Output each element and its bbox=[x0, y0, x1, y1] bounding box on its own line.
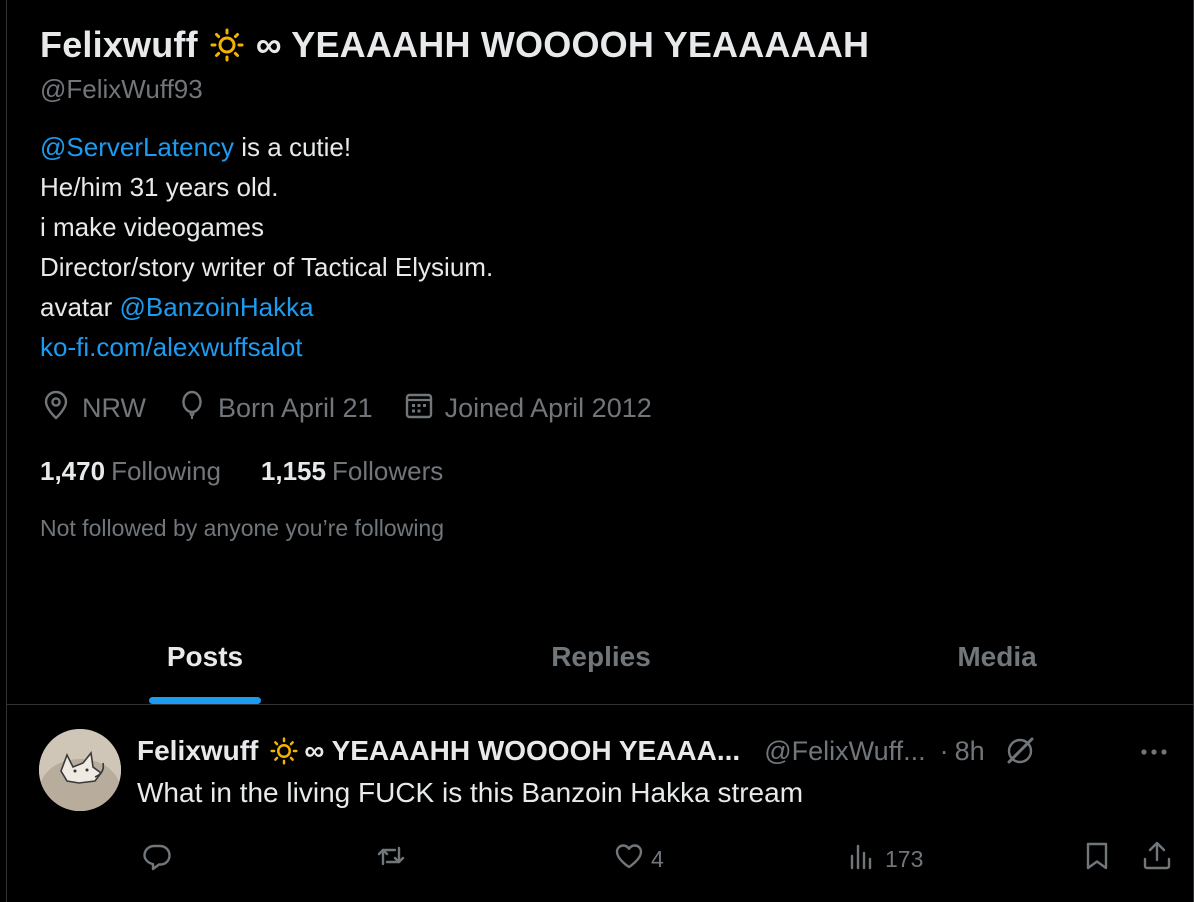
kofi-link[interactable]: ko-fi.com/alexwuffsalot bbox=[40, 332, 303, 362]
joined-text: Joined April 2012 bbox=[444, 393, 652, 423]
birthday-text: Born April 21 bbox=[218, 393, 373, 423]
sun-icon bbox=[210, 28, 244, 62]
profile-tabs: Posts Replies Media bbox=[7, 610, 1194, 705]
following-link[interactable]: 1,470 Following bbox=[40, 456, 221, 487]
followers-link[interactable]: 1,155 Followers bbox=[261, 456, 443, 487]
followers-count: 1,155 bbox=[260, 456, 326, 486]
post-author-title: ∞ YEAAAHH WOOOOH YEAAA... bbox=[304, 735, 741, 766]
follow-stats: 1,470 Following 1,155 Followers bbox=[40, 456, 1193, 487]
sun-icon bbox=[270, 737, 298, 765]
tab-media[interactable]: Media bbox=[799, 610, 1194, 704]
bio-line-5: avatar @BanzoinHakka bbox=[40, 287, 1193, 327]
name-title: ∞ YEAAAHH WOOOOH YEAAAAAH bbox=[256, 24, 869, 66]
views-count: 173 bbox=[885, 845, 924, 872]
tab-replies-label: Replies bbox=[551, 641, 651, 672]
share-icon bbox=[1141, 840, 1173, 878]
bio-line-2: He/him 31 years old. bbox=[40, 172, 279, 202]
balloon-icon bbox=[176, 389, 208, 428]
active-tab-indicator bbox=[149, 697, 261, 704]
joined-item: Joined April 2012 bbox=[403, 389, 652, 428]
bio: @ServerLatency is a cutie! He/him 31 yea… bbox=[40, 127, 1193, 367]
profile-meta: NRW Born April 21 Joined April 2012 bbox=[40, 389, 1193, 428]
profile-header: Felixwuff ∞ YEAAAHH WOOOOH YEAAAAAH @Fel… bbox=[7, 0, 1193, 542]
mention-banzoinhakka[interactable]: @BanzoinHakka bbox=[120, 292, 314, 322]
like-count: 4 bbox=[651, 845, 664, 872]
reply-button[interactable] bbox=[141, 837, 173, 881]
not-followed-note: Not followed by anyone you’re following bbox=[40, 515, 445, 541]
more-icon[interactable] bbox=[1137, 735, 1171, 769]
profile-page: Felixwuff ∞ YEAAAHH WOOOOH YEAAAAAH @Fel… bbox=[6, 0, 1194, 902]
calendar-icon bbox=[403, 389, 435, 428]
bio-line-1: @ServerLatency is a cutie! bbox=[40, 127, 1193, 167]
name-title-text: YEAAAHH WOOOOH YEAAAAAH bbox=[291, 24, 870, 65]
birthday-item: Born April 21 bbox=[176, 389, 373, 428]
post-author-handle[interactable]: @FelixWuff... bbox=[764, 736, 925, 767]
tab-posts-label: Posts bbox=[166, 641, 244, 672]
following-label: Following bbox=[111, 456, 221, 486]
bio-line-6: ko-fi.com/alexwuffsalot bbox=[40, 327, 1193, 367]
post-separator: · bbox=[939, 735, 949, 766]
mention-serverlatency[interactable]: @ServerLatency bbox=[40, 132, 234, 162]
post-text: What in the living FUCK is this Banzoin … bbox=[137, 777, 804, 808]
bookmark-icon bbox=[1081, 840, 1113, 878]
repost-icon bbox=[375, 840, 407, 878]
location-item: NRW bbox=[40, 389, 146, 428]
location-text: NRW bbox=[82, 393, 146, 423]
location-icon bbox=[40, 389, 72, 428]
views-button[interactable]: 173 bbox=[847, 837, 923, 881]
tab-replies[interactable]: Replies bbox=[403, 610, 799, 704]
name-row: Felixwuff ∞ YEAAAHH WOOOOH YEAAAAAH bbox=[40, 22, 1193, 68]
repost-button[interactable] bbox=[375, 837, 407, 881]
bio-line-3: i make videogames bbox=[40, 212, 264, 242]
views-icon bbox=[847, 840, 879, 878]
like-button[interactable]: 4 bbox=[613, 837, 664, 881]
profile-handle: @FelixWuff93 bbox=[40, 74, 203, 104]
like-icon bbox=[613, 840, 645, 878]
post-actions: 4 173 bbox=[137, 837, 1177, 881]
post[interactable]: Felixwuff ∞ YEAAAHH WOOOOH YEAAA... @Fel… bbox=[7, 705, 1194, 902]
post-timestamp[interactable]: 8h bbox=[955, 736, 985, 767]
followers-label: Followers bbox=[331, 456, 444, 486]
tab-posts[interactable]: Posts bbox=[7, 610, 403, 704]
display-name: Felixwuff bbox=[40, 24, 198, 65]
post-author-name[interactable]: Felixwuff bbox=[137, 735, 258, 767]
avatar[interactable] bbox=[39, 729, 121, 811]
bio-line-1-text: is a cutie! bbox=[234, 132, 352, 162]
infinity-glyph: ∞ bbox=[255, 24, 282, 65]
grok-icon[interactable] bbox=[1003, 734, 1037, 768]
bookmark-button[interactable] bbox=[1081, 837, 1113, 881]
bio-line-4: Director/story writer of Tactical Elysiu… bbox=[40, 252, 494, 282]
post-header: Felixwuff ∞ YEAAAHH WOOOOH YEAAA... @Fel… bbox=[137, 731, 1175, 771]
share-button[interactable] bbox=[1141, 837, 1173, 881]
reply-icon bbox=[141, 840, 173, 878]
bio-line-5-prefix: avatar bbox=[40, 292, 120, 322]
tab-media-label: Media bbox=[957, 641, 1037, 672]
following-count: 1,470 bbox=[40, 456, 106, 486]
